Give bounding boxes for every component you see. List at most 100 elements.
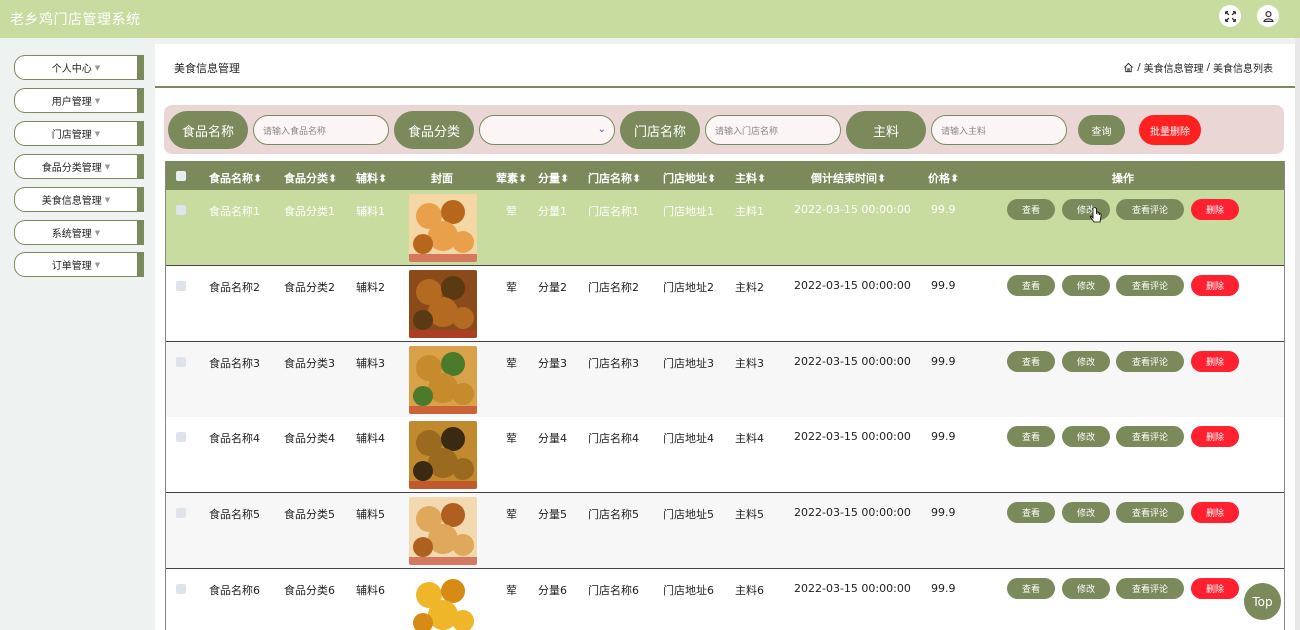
chevron-down-icon: ⌄ xyxy=(597,124,606,135)
edit-button[interactable]: 修改 xyxy=(1062,426,1110,447)
sort-icon: ⬍ xyxy=(328,172,338,185)
sidebar-item-order-management[interactable]: 订单管理 ▼ xyxy=(14,252,144,277)
delete-button[interactable]: 删除 xyxy=(1191,351,1239,372)
col-store[interactable]: 门店名称⬍ xyxy=(588,170,641,186)
edit-button[interactable]: 修改 xyxy=(1062,275,1110,296)
col-address[interactable]: 门店地址⬍ xyxy=(663,170,716,186)
row-checkbox[interactable] xyxy=(176,584,186,594)
cell-meat: 荤 xyxy=(506,584,517,597)
breadcrumb-separator: / xyxy=(1137,62,1141,73)
cell-main: 主料1 xyxy=(735,205,764,218)
col-main[interactable]: 主料⬍ xyxy=(735,170,766,186)
col-portion[interactable]: 分量⬍ xyxy=(538,170,569,186)
cell-portion: 分量3 xyxy=(538,357,567,370)
col-price[interactable]: 价格⬍ xyxy=(928,170,959,186)
col-side[interactable]: 辅料⬍ xyxy=(356,170,387,186)
row-checkbox[interactable] xyxy=(176,357,186,367)
delete-button[interactable]: 删除 xyxy=(1191,578,1239,599)
page-title: 美食信息管理 xyxy=(174,62,240,75)
cell-store: 门店名称2 xyxy=(588,281,639,294)
col-food-name[interactable]: 食品名称⬍ xyxy=(209,170,262,186)
fullscreen-button[interactable] xyxy=(1219,5,1241,27)
sidebar-item-label: 食品分类管理 xyxy=(41,163,102,174)
cell-name: 食品名称4 xyxy=(209,432,260,445)
select-all-checkbox[interactable] xyxy=(176,171,186,181)
breadcrumb-item[interactable]: 美食信息管理 xyxy=(1144,60,1204,75)
view-button[interactable]: 查看 xyxy=(1007,578,1055,599)
store-name-input[interactable]: 请输入门店名称 xyxy=(705,115,841,145)
edit-button[interactable]: 修改 xyxy=(1062,578,1110,599)
edit-button[interactable]: 修改 xyxy=(1062,502,1110,523)
cell-meat: 荤 xyxy=(506,508,517,521)
view-reviews-button[interactable]: 查看评论 xyxy=(1116,502,1184,523)
sidebar: 个人中心 ▼ 用户管理 ▼ 门店管理 ▼ 食品分类管理 ▼ 美食信息管理 ▼ 系统管理 ▼ … xyxy=(0,44,155,630)
food-cover-image xyxy=(409,421,477,489)
sidebar-item-personal-center[interactable]: 个人中心 ▼ xyxy=(14,55,144,80)
cell-meat: 荤 xyxy=(506,205,517,218)
cell-store: 门店名称6 xyxy=(588,584,639,597)
sidebar-item-system-management[interactable]: 系统管理 ▼ xyxy=(14,220,144,245)
cell-address: 门店地址6 xyxy=(663,584,714,597)
sidebar-item-label: 系统管理 xyxy=(51,229,92,240)
category-select[interactable]: ⌄ xyxy=(479,115,615,145)
query-button[interactable]: 查询 xyxy=(1078,115,1125,145)
caret-down-icon: ▼ xyxy=(94,129,101,138)
delete-button[interactable]: 删除 xyxy=(1191,426,1239,447)
cell-address: 门店地址2 xyxy=(663,281,714,294)
cell-portion: 分量2 xyxy=(538,281,567,294)
sidebar-item-food-info-management[interactable]: 美食信息管理 ▼ xyxy=(14,187,144,212)
col-actions: 操作 xyxy=(1112,172,1134,185)
col-end-time[interactable]: 倒计结束时间⬍ xyxy=(811,170,886,186)
user-button[interactable] xyxy=(1257,5,1279,27)
view-reviews-button[interactable]: 查看评论 xyxy=(1116,275,1184,296)
cell-main: 主料6 xyxy=(735,584,764,597)
delete-button[interactable]: 删除 xyxy=(1191,199,1239,220)
cell-name: 食品名称3 xyxy=(209,357,260,370)
edit-button[interactable]: 修改 xyxy=(1062,351,1110,372)
cell-meat: 荤 xyxy=(506,432,517,445)
food-name-input[interactable]: 请输入食品名称 xyxy=(253,115,389,145)
bulk-delete-button[interactable]: 批量删除 xyxy=(1139,115,1201,145)
sidebar-item-category-management[interactable]: 食品分类管理 ▼ xyxy=(14,154,144,179)
caret-down-icon: ▼ xyxy=(94,63,101,72)
delete-button[interactable]: 删除 xyxy=(1191,275,1239,296)
view-button[interactable]: 查看 xyxy=(1007,502,1055,523)
cell-category: 食品分类1 xyxy=(284,205,335,218)
app-title: 老乡鸡门店管理系统 xyxy=(10,12,141,28)
view-button[interactable]: 查看 xyxy=(1007,426,1055,447)
edit-button[interactable]: 修改 xyxy=(1062,199,1110,220)
cell-store: 门店名称4 xyxy=(588,432,639,445)
cell-address: 门店地址4 xyxy=(663,432,714,445)
back-to-top-button[interactable]: Top xyxy=(1244,583,1281,620)
view-reviews-button[interactable]: 查看评论 xyxy=(1116,351,1184,372)
home-icon[interactable] xyxy=(1123,62,1134,73)
cell-category: 食品分类3 xyxy=(284,357,335,370)
row-checkbox[interactable] xyxy=(176,508,186,518)
cell-meat: 荤 xyxy=(506,357,517,370)
row-checkbox[interactable] xyxy=(176,281,186,291)
col-meat[interactable]: 荤素⬍ xyxy=(496,170,527,186)
category-label: 食品分类 xyxy=(394,111,474,149)
view-reviews-button[interactable]: 查看评论 xyxy=(1116,426,1184,447)
cell-end-time: 2022-03-15 00:00:00 xyxy=(794,430,911,443)
sort-icon: ⬍ xyxy=(378,172,388,185)
sidebar-item-user-management[interactable]: 用户管理 ▼ xyxy=(14,88,144,113)
view-reviews-button[interactable]: 查看评论 xyxy=(1116,578,1184,599)
caret-down-icon: ▼ xyxy=(104,195,111,204)
view-button[interactable]: 查看 xyxy=(1007,275,1055,296)
row-checkbox[interactable] xyxy=(176,432,186,442)
view-reviews-button[interactable]: 查看评论 xyxy=(1116,199,1184,220)
main-ingredient-input[interactable]: 请输入主料 xyxy=(931,115,1067,145)
sidebar-item-store-management[interactable]: 门店管理 ▼ xyxy=(14,121,144,146)
cell-end-time: 2022-03-15 00:00:00 xyxy=(794,582,911,595)
view-button[interactable]: 查看 xyxy=(1007,199,1055,220)
cell-name: 食品名称5 xyxy=(209,508,260,521)
caret-down-icon: ▼ xyxy=(94,96,101,105)
col-category[interactable]: 食品分类⬍ xyxy=(284,170,337,186)
view-button[interactable]: 查看 xyxy=(1007,351,1055,372)
cell-store: 门店名称5 xyxy=(588,508,639,521)
delete-button[interactable]: 删除 xyxy=(1191,502,1239,523)
caret-down-icon: ▼ xyxy=(94,228,101,237)
row-checkbox[interactable] xyxy=(176,205,186,215)
scrollbar[interactable] xyxy=(1295,38,1300,630)
